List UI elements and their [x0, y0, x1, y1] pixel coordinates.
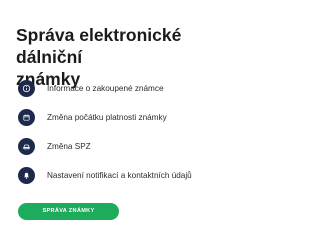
menu-item-notification-settings[interactable]: Nastavení notifikací a kontaktních údajů — [18, 162, 244, 188]
menu-item-vignette-info[interactable]: Informace o zakoupené známce — [18, 75, 244, 101]
menu-item-change-plate[interactable]: Změna SPZ — [18, 133, 244, 159]
manage-vignette-button[interactable]: SPRÁVA ZNÁMKY — [18, 203, 119, 220]
vignette-management-panel: Správa elektronické dálniční známky Info… — [0, 0, 250, 250]
car-icon — [18, 137, 35, 155]
info-icon — [18, 79, 35, 97]
menu-item-label: Informace o zakoupené známce — [47, 83, 164, 93]
bell-icon — [18, 166, 35, 184]
menu-item-label: Nastavení notifikací a kontaktních údajů — [47, 170, 192, 180]
menu-item-change-validity-start[interactable]: Změna počátku platnosti známky — [18, 104, 244, 130]
calendar-icon — [18, 108, 35, 126]
vignette-menu: Informace o zakoupené známce Změna počát… — [18, 75, 244, 191]
menu-item-label: Změna SPZ — [47, 141, 91, 151]
menu-item-label: Změna počátku platnosti známky — [47, 112, 167, 122]
